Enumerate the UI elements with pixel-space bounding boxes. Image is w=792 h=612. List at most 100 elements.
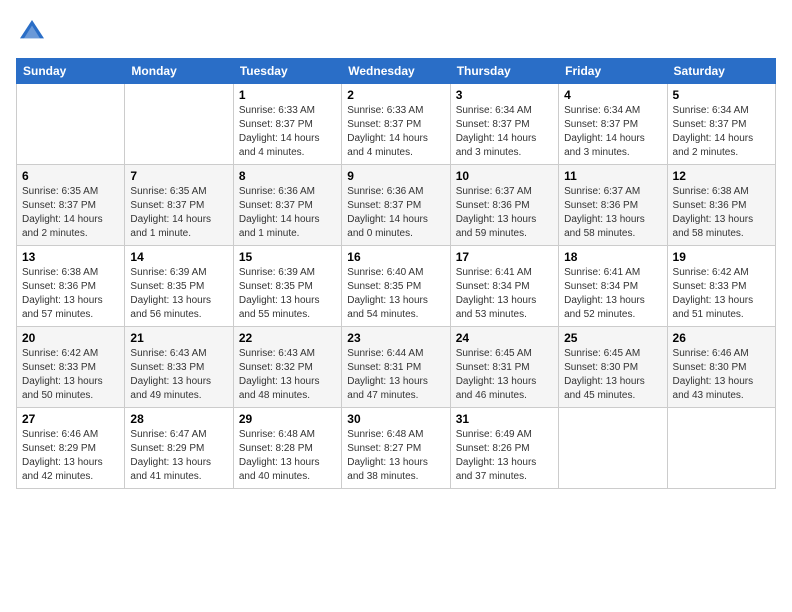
calendar-cell: 10 Sunrise: 6:37 AMSunset: 8:36 PMDayligh…	[450, 165, 558, 246]
calendar-cell: 5Sunrise: 6:34 AMSunset: 8:37 PMDaylight…	[667, 84, 775, 165]
calendar-cell: 11 Sunrise: 6:37 AMSunset: 8:36 PMDayligh…	[559, 165, 667, 246]
day-number: 11	[564, 169, 661, 183]
calendar-cell: 7 Sunrise: 6:35 AMSunset: 8:37 PMDaylight…	[125, 165, 233, 246]
calendar-week-row: 13 Sunrise: 6:38 AMSunset: 8:36 PMDayligh…	[17, 246, 776, 327]
calendar-cell: 15 Sunrise: 6:39 AMSunset: 8:35 PMDayligh…	[233, 246, 341, 327]
calendar-cell: 14 Sunrise: 6:39 AMSunset: 8:35 PMDayligh…	[125, 246, 233, 327]
calendar-header-thursday: Thursday	[450, 59, 558, 84]
day-number: 12	[673, 169, 770, 183]
day-number: 30	[347, 412, 444, 426]
calendar-header-wednesday: Wednesday	[342, 59, 450, 84]
day-number: 16	[347, 250, 444, 264]
day-number: 4	[564, 88, 661, 102]
day-info: Sunrise: 6:35 AMSunset: 8:37 PMDaylight:…	[22, 185, 119, 241]
day-number: 19	[673, 250, 770, 264]
calendar-header-row: SundayMondayTuesdayWednesdayThursdayFrid…	[17, 59, 776, 84]
calendar-cell: 6 Sunrise: 6:35 AMSunset: 8:37 PMDaylight…	[17, 165, 125, 246]
day-number: 1	[239, 88, 336, 102]
calendar-cell: 27 Sunrise: 6:46 AMSunset: 8:29 PMDayligh…	[17, 408, 125, 489]
day-number: 20	[22, 331, 119, 345]
calendar-cell: 19 Sunrise: 6:42 AMSunset: 8:33 PMDayligh…	[667, 246, 775, 327]
calendar-cell: 1 Sunrise: 6:33 AMSunset: 8:37 PMDaylight…	[233, 84, 341, 165]
day-number: 10	[456, 169, 553, 183]
calendar-cell: 24 Sunrise: 6:45 AMSunset: 8:31 PMDayligh…	[450, 327, 558, 408]
day-number: 31	[456, 412, 553, 426]
day-number: 29	[239, 412, 336, 426]
day-info: Sunrise: 6:43 AMSunset: 8:33 PMDaylight:…	[130, 347, 227, 403]
calendar-cell: 12 Sunrise: 6:38 AMSunset: 8:36 PMDayligh…	[667, 165, 775, 246]
logo	[16, 16, 52, 48]
calendar-cell: 28 Sunrise: 6:47 AMSunset: 8:29 PMDayligh…	[125, 408, 233, 489]
calendar-table: SundayMondayTuesdayWednesdayThursdayFrid…	[16, 58, 776, 489]
calendar-cell: 8 Sunrise: 6:36 AMSunset: 8:37 PMDaylight…	[233, 165, 341, 246]
day-info: Sunrise: 6:41 AMSunset: 8:34 PMDaylight:…	[564, 266, 661, 322]
calendar-cell: 13 Sunrise: 6:38 AMSunset: 8:36 PMDayligh…	[17, 246, 125, 327]
calendar-cell: 29 Sunrise: 6:48 AMSunset: 8:28 PMDayligh…	[233, 408, 341, 489]
day-info: Sunrise: 6:42 AMSunset: 8:33 PMDaylight:…	[22, 347, 119, 403]
calendar-cell: 9Sunrise: 6:36 AMSunset: 8:37 PMDaylight…	[342, 165, 450, 246]
day-number: 7	[130, 169, 227, 183]
calendar-week-row: 1 Sunrise: 6:33 AMSunset: 8:37 PMDaylight…	[17, 84, 776, 165]
day-info: Sunrise: 6:48 AMSunset: 8:28 PMDaylight:…	[239, 428, 336, 484]
day-info: Sunrise: 6:35 AMSunset: 8:37 PMDaylight:…	[130, 185, 227, 241]
calendar-cell: 16 Sunrise: 6:40 AMSunset: 8:35 PMDayligh…	[342, 246, 450, 327]
day-info: Sunrise: 6:43 AMSunset: 8:32 PMDaylight:…	[239, 347, 336, 403]
day-info: Sunrise: 6:45 AMSunset: 8:31 PMDaylight:…	[456, 347, 553, 403]
day-info: Sunrise: 6:49 AMSunset: 8:26 PMDaylight:…	[456, 428, 553, 484]
day-info: Sunrise: 6:39 AMSunset: 8:35 PMDaylight:…	[239, 266, 336, 322]
calendar-cell: 21 Sunrise: 6:43 AMSunset: 8:33 PMDayligh…	[125, 327, 233, 408]
calendar-cell	[17, 84, 125, 165]
day-number: 22	[239, 331, 336, 345]
day-info: Sunrise: 6:48 AMSunset: 8:27 PMDaylight:…	[347, 428, 444, 484]
day-number: 28	[130, 412, 227, 426]
day-number: 27	[22, 412, 119, 426]
day-number: 14	[130, 250, 227, 264]
logo-icon	[16, 16, 48, 48]
calendar-week-row: 20 Sunrise: 6:42 AMSunset: 8:33 PMDayligh…	[17, 327, 776, 408]
day-number: 8	[239, 169, 336, 183]
day-info: Sunrise: 6:44 AMSunset: 8:31 PMDaylight:…	[347, 347, 444, 403]
day-info: Sunrise: 6:34 AMSunset: 8:37 PMDaylight:…	[456, 104, 553, 160]
page-header	[16, 16, 776, 48]
day-info: Sunrise: 6:37 AMSunset: 8:36 PMDaylight:…	[456, 185, 553, 241]
calendar-cell: 30 Sunrise: 6:48 AMSunset: 8:27 PMDayligh…	[342, 408, 450, 489]
day-info: Sunrise: 6:33 AMSunset: 8:37 PMDaylight:…	[347, 104, 444, 160]
day-number: 17	[456, 250, 553, 264]
calendar-header-sunday: Sunday	[17, 59, 125, 84]
calendar-cell	[667, 408, 775, 489]
calendar-cell: 2 Sunrise: 6:33 AMSunset: 8:37 PMDaylight…	[342, 84, 450, 165]
day-number: 3	[456, 88, 553, 102]
day-number: 15	[239, 250, 336, 264]
day-info: Sunrise: 6:38 AMSunset: 8:36 PMDaylight:…	[22, 266, 119, 322]
day-info: Sunrise: 6:38 AMSunset: 8:36 PMDaylight:…	[673, 185, 770, 241]
day-info: Sunrise: 6:36 AMSunset: 8:37 PMDaylight:…	[239, 185, 336, 241]
day-info: Sunrise: 6:33 AMSunset: 8:37 PMDaylight:…	[239, 104, 336, 160]
day-info: Sunrise: 6:46 AMSunset: 8:30 PMDaylight:…	[673, 347, 770, 403]
day-info: Sunrise: 6:39 AMSunset: 8:35 PMDaylight:…	[130, 266, 227, 322]
day-number: 6	[22, 169, 119, 183]
day-info: Sunrise: 6:46 AMSunset: 8:29 PMDaylight:…	[22, 428, 119, 484]
day-info: Sunrise: 6:42 AMSunset: 8:33 PMDaylight:…	[673, 266, 770, 322]
day-info: Sunrise: 6:37 AMSunset: 8:36 PMDaylight:…	[564, 185, 661, 241]
calendar-header-monday: Monday	[125, 59, 233, 84]
calendar-header-friday: Friday	[559, 59, 667, 84]
day-number: 2	[347, 88, 444, 102]
calendar-week-row: 27 Sunrise: 6:46 AMSunset: 8:29 PMDayligh…	[17, 408, 776, 489]
calendar-cell: 20 Sunrise: 6:42 AMSunset: 8:33 PMDayligh…	[17, 327, 125, 408]
calendar-cell	[125, 84, 233, 165]
day-number: 21	[130, 331, 227, 345]
calendar-cell: 4 Sunrise: 6:34 AMSunset: 8:37 PMDaylight…	[559, 84, 667, 165]
day-info: Sunrise: 6:40 AMSunset: 8:35 PMDaylight:…	[347, 266, 444, 322]
calendar-cell: 17Sunrise: 6:41 AMSunset: 8:34 PMDayligh…	[450, 246, 558, 327]
day-info: Sunrise: 6:36 AMSunset: 8:37 PMDaylight:…	[347, 185, 444, 241]
calendar-cell: 22 Sunrise: 6:43 AMSunset: 8:32 PMDayligh…	[233, 327, 341, 408]
day-info: Sunrise: 6:47 AMSunset: 8:29 PMDaylight:…	[130, 428, 227, 484]
calendar-cell: 31 Sunrise: 6:49 AMSunset: 8:26 PMDayligh…	[450, 408, 558, 489]
day-number: 13	[22, 250, 119, 264]
day-number: 24	[456, 331, 553, 345]
calendar-week-row: 6 Sunrise: 6:35 AMSunset: 8:37 PMDaylight…	[17, 165, 776, 246]
day-info: Sunrise: 6:45 AMSunset: 8:30 PMDaylight:…	[564, 347, 661, 403]
day-number: 18	[564, 250, 661, 264]
day-info: Sunrise: 6:34 AMSunset: 8:37 PMDaylight:…	[564, 104, 661, 160]
day-number: 26	[673, 331, 770, 345]
